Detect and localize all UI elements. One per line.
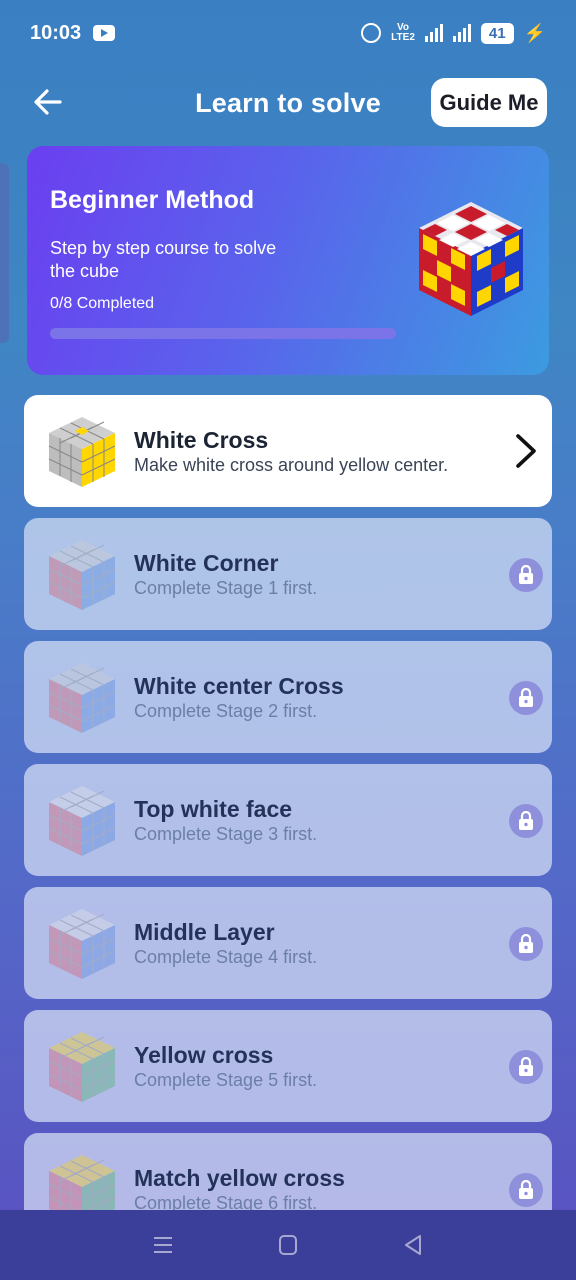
course-title: Beginner Method xyxy=(50,186,255,214)
status-bar: 10:03 Vo LTE2 41 ⚡ xyxy=(0,0,576,66)
stage-subtitle: Complete Stage 2 first. xyxy=(134,701,318,721)
lock-icon xyxy=(509,681,543,715)
lock-icon xyxy=(509,1173,543,1207)
stage-cube-icon xyxy=(48,1032,116,1102)
stage-name: White center Cross xyxy=(134,673,344,699)
stage-card[interactable]: Middle Layer Complete Stage 4 first. xyxy=(24,887,552,999)
stage-subtitle: Make white cross around yellow center. xyxy=(134,455,449,475)
youtube-notification-icon xyxy=(93,25,116,41)
guide-me-button[interactable]: Guide Me xyxy=(431,78,547,127)
stage-name: Match yellow cross xyxy=(134,1165,345,1191)
beginner-method-card: Beginner Method Step by step course to s… xyxy=(27,146,549,375)
stage-card[interactable]: Yellow cross Complete Stage 5 first. xyxy=(24,1010,552,1122)
stage-cube-icon xyxy=(48,663,116,733)
stage-card[interactable]: White Cross Make white cross around yello… xyxy=(24,395,552,507)
lock-icon xyxy=(509,1050,543,1084)
status-time: 10:03 xyxy=(30,21,82,44)
stage-subtitle: Complete Stage 1 first. xyxy=(134,578,318,598)
lock-icon xyxy=(509,927,543,961)
system-navigation-bar xyxy=(0,1210,576,1280)
chevron-right-icon[interactable] xyxy=(514,433,538,469)
stage-name: Middle Layer xyxy=(134,919,275,945)
course-progress-text: 0/8 Completed xyxy=(50,295,155,312)
alarm-icon xyxy=(361,23,382,43)
stage-card[interactable]: Top white face Complete Stage 3 first. xyxy=(24,764,552,876)
stage-cube-icon xyxy=(48,909,116,979)
stage-subtitle: Complete Stage 4 first. xyxy=(134,947,318,967)
stage-card[interactable]: White center Cross Complete Stage 2 first… xyxy=(24,641,552,753)
stage-card[interactable]: White Corner Complete Stage 1 first. xyxy=(24,518,552,630)
home-icon[interactable] xyxy=(275,1232,301,1258)
lock-icon xyxy=(509,804,543,838)
network-bottom-label: LTE2 xyxy=(391,32,415,43)
stage-cube-icon xyxy=(48,540,116,610)
signal-icon-2 xyxy=(452,24,471,42)
volte-indicator: Vo LTE2 xyxy=(391,23,415,43)
app-header: Learn to solve Guide Me xyxy=(0,76,576,132)
back-nav-icon[interactable] xyxy=(400,1232,426,1258)
rubiks-cube-icon xyxy=(419,202,523,316)
signal-icon-1 xyxy=(424,24,443,42)
stage-name: Top white face xyxy=(134,796,293,822)
stage-name: White Cross xyxy=(134,427,269,453)
stage-subtitle: Complete Stage 5 first. xyxy=(134,1070,318,1090)
stage-name: White Corner xyxy=(134,550,279,576)
lock-icon xyxy=(509,558,543,592)
charging-icon: ⚡ xyxy=(523,22,546,43)
course-progress-bar xyxy=(50,328,396,339)
status-icons: Vo LTE2 41 ⚡ xyxy=(361,22,546,44)
stage-name: Yellow cross xyxy=(134,1042,274,1068)
recent-apps-icon[interactable] xyxy=(150,1232,176,1258)
course-description: Step by step course to solve the cube xyxy=(50,238,277,281)
stage-subtitle: Complete Stage 3 first. xyxy=(134,824,318,844)
side-panel-handle[interactable] xyxy=(0,163,9,343)
battery-level: 41 xyxy=(480,22,514,44)
stage-cube-icon xyxy=(48,786,116,856)
stage-cube-icon xyxy=(48,417,116,487)
